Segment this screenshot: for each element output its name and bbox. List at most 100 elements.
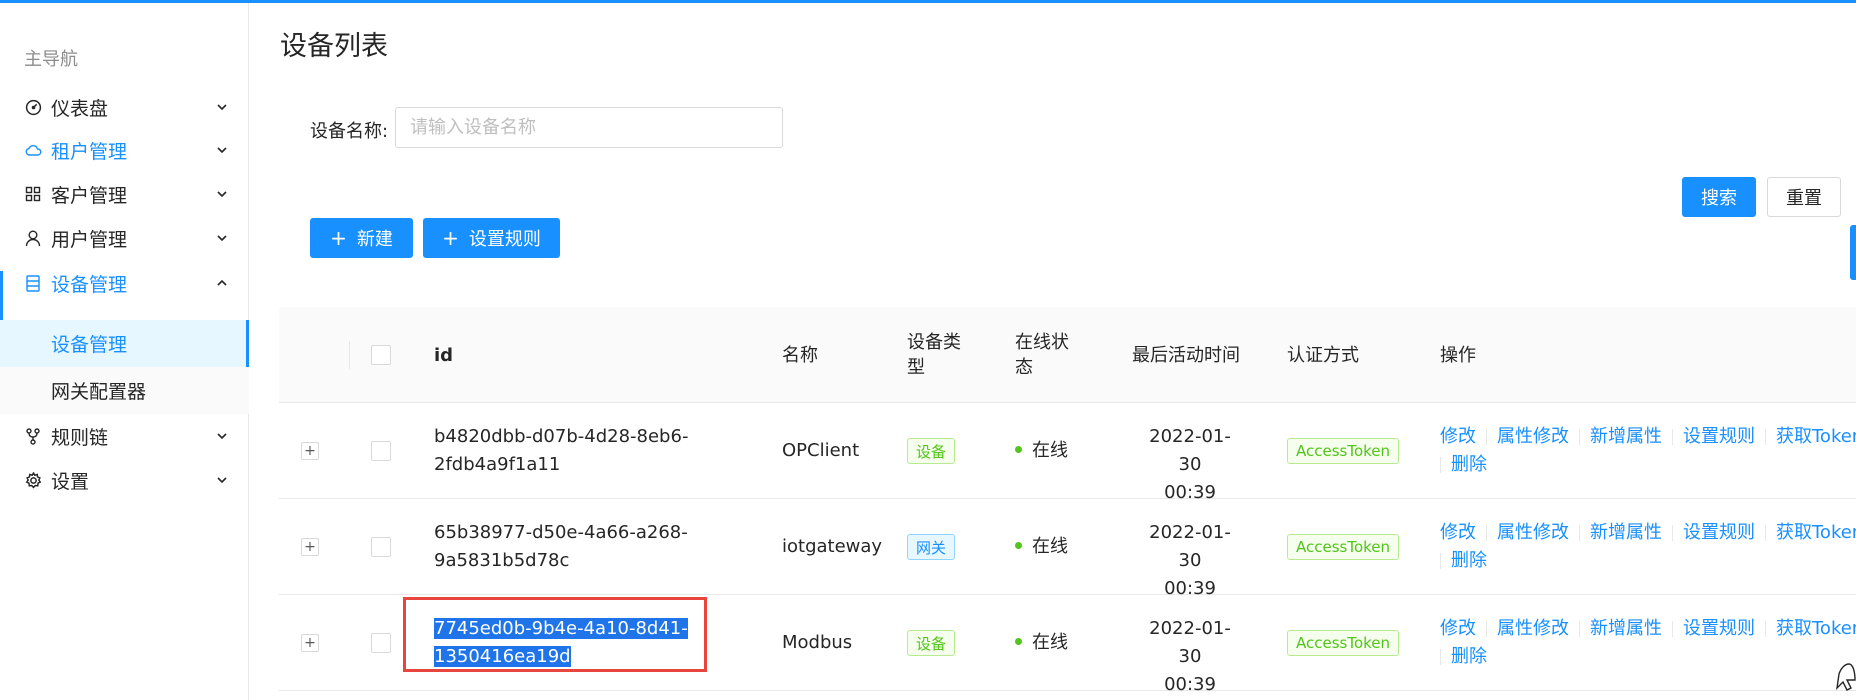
sidebar-item-label: 仪表盘 — [51, 97, 109, 120]
edit-link[interactable]: 修改 — [1440, 522, 1476, 543]
sidebar-item-devices[interactable]: 设备管理 — [0, 261, 249, 305]
status-dot-icon — [1015, 637, 1022, 645]
online-status: 在线 — [1015, 437, 1068, 465]
page-title: 设备列表 — [280, 31, 388, 62]
sidebar-title: 主导航 — [24, 49, 78, 70]
row-checkbox[interactable] — [371, 537, 391, 557]
sidebar-item-dashboard[interactable]: 仪表盘 — [0, 85, 249, 129]
highlight-annotation-box — [403, 597, 707, 672]
last-active-time: 2022-01-30 00:39 — [1140, 615, 1240, 699]
add-attribute-link[interactable]: 新增属性 — [1590, 522, 1662, 543]
search-button[interactable]: 搜索 — [1682, 177, 1756, 217]
sidebar-subitem-gateway-config[interactable]: 网关配置器 — [0, 367, 249, 414]
sidebar-item-label: 用户管理 — [51, 228, 128, 251]
search-label: 设备名称: — [310, 121, 389, 142]
header-operations: 操作 — [1440, 345, 1476, 366]
edit-attributes-link[interactable]: 属性修改 — [1497, 522, 1569, 543]
status-dot-icon — [1015, 445, 1022, 453]
last-active-time: 2022-01-30 00:39 — [1140, 519, 1240, 603]
cursor-icon — [1836, 663, 1856, 691]
sidebar-item-label: 租户管理 — [51, 140, 128, 163]
device-type-tag: 设备 — [907, 438, 956, 464]
delete-link[interactable]: 删除 — [1451, 646, 1487, 667]
new-device-button[interactable]: + 新建 — [310, 218, 413, 258]
sidebar-item-users[interactable]: 用户管理 — [0, 216, 249, 260]
edit-attributes-link[interactable]: 属性修改 — [1497, 618, 1569, 639]
gear-icon — [24, 471, 42, 489]
select-all-checkbox[interactable] — [371, 345, 391, 365]
auth-type-tag: AccessToken — [1287, 534, 1400, 560]
sidebar-item-settings[interactable]: 设置 — [0, 458, 249, 502]
device-name: Modbus — [782, 632, 853, 653]
row-checkbox[interactable] — [371, 633, 391, 653]
sidebar-subitem-label: 网关配置器 — [51, 381, 147, 403]
online-status-text: 在线 — [1032, 440, 1068, 461]
row-checkbox[interactable] — [371, 441, 391, 461]
sidebar-item-tenants[interactable]: 租户管理 — [0, 128, 249, 172]
row-actions-line2: 删除 — [1440, 643, 1487, 671]
plus-icon: + — [442, 226, 459, 250]
header-device-type-line1: 设备类 — [907, 332, 961, 353]
edit-link[interactable]: 修改 — [1440, 618, 1476, 639]
table-row: + b4820dbb-d07b-4d28-8eb6- 2fdb4a9f1a11 … — [279, 403, 1856, 503]
delete-link[interactable]: 删除 — [1451, 454, 1487, 475]
last-active-date: 2022-01-30 — [1149, 426, 1231, 475]
auth-type-tag: AccessToken — [1287, 438, 1400, 464]
sidebar: 主导航 仪表盘 租户管理 客户管理 用户管理 设备管理 设备管理 网关配置器 规… — [0, 3, 249, 700]
cloud-icon — [24, 141, 42, 159]
floating-side-tab[interactable] — [1850, 225, 1856, 280]
get-token-link[interactable]: 获取Token — [1776, 426, 1856, 447]
plus-icon: + — [330, 226, 347, 250]
sidebar-item-label: 设置 — [51, 470, 90, 493]
delete-link[interactable]: 删除 — [1451, 550, 1487, 571]
device-id: b4820dbb-d07b-4d28-8eb6- 2fdb4a9f1a11 — [434, 423, 688, 479]
get-token-link[interactable]: 获取Token — [1776, 522, 1856, 543]
row-actions: 修改 属性修改 新增属性 设置规则 获取Token — [1440, 615, 1856, 643]
expand-row-button[interactable]: + — [301, 442, 319, 460]
appstore-icon — [24, 185, 42, 203]
header-online-status-line2: 态 — [1015, 357, 1033, 378]
expand-row-button[interactable]: + — [301, 634, 319, 652]
user-icon — [24, 229, 42, 247]
chevron-down-icon — [217, 191, 227, 198]
get-token-link[interactable]: 获取Token — [1776, 618, 1856, 639]
device-name: iotgateway — [782, 536, 883, 557]
header-auth: 认证方式 — [1287, 345, 1359, 366]
set-rule-link[interactable]: 设置规则 — [1683, 426, 1755, 447]
device-id-line1: b4820dbb-d07b-4d28-8eb6- — [434, 426, 689, 447]
device-name-input[interactable] — [395, 107, 783, 148]
online-status-text: 在线 — [1032, 536, 1068, 557]
header-online-status-line1: 在线状 — [1015, 332, 1069, 353]
expand-row-button[interactable]: + — [301, 538, 319, 556]
edit-link[interactable]: 修改 — [1440, 426, 1476, 447]
fork-icon — [24, 427, 42, 445]
online-status-text: 在线 — [1032, 632, 1068, 653]
last-active-date: 2022-01-30 — [1149, 618, 1231, 667]
chevron-up-icon — [217, 279, 227, 286]
header-id: id — [434, 345, 454, 366]
sidebar-item-customers[interactable]: 客户管理 — [0, 172, 249, 216]
new-button-label: 新建 — [356, 229, 393, 250]
chevron-down-icon — [217, 477, 227, 484]
set-rule-button[interactable]: + 设置规则 — [423, 218, 560, 258]
row-actions-line2: 删除 — [1440, 547, 1487, 575]
reset-button[interactable]: 重置 — [1767, 177, 1841, 217]
header-last-active: 最后活动时间 — [1132, 345, 1240, 366]
set-rule-link[interactable]: 设置规则 — [1683, 618, 1755, 639]
set-rule-link[interactable]: 设置规则 — [1683, 522, 1755, 543]
reset-button-label: 重置 — [1786, 188, 1822, 209]
device-type-tag: 网关 — [907, 534, 956, 560]
device-id-line1: 65b38977-d50e-4a66-a268- — [434, 522, 688, 543]
sidebar-item-rule-chain[interactable]: 规则链 — [0, 414, 249, 458]
device-name: OPClient — [782, 440, 860, 461]
sidebar-subitem-label: 设备管理 — [51, 334, 128, 356]
edit-attributes-link[interactable]: 属性修改 — [1497, 426, 1569, 447]
header-device-type: 设备类 型 — [907, 330, 961, 380]
row-actions-line2: 删除 — [1440, 451, 1487, 479]
add-attribute-link[interactable]: 新增属性 — [1590, 426, 1662, 447]
add-attribute-link[interactable]: 新增属性 — [1590, 618, 1662, 639]
chevron-down-icon — [217, 235, 227, 242]
dashboard-icon — [24, 98, 42, 116]
sidebar-subitem-devices[interactable]: 设备管理 — [0, 320, 249, 367]
header-device-type-line2: 型 — [907, 357, 925, 378]
